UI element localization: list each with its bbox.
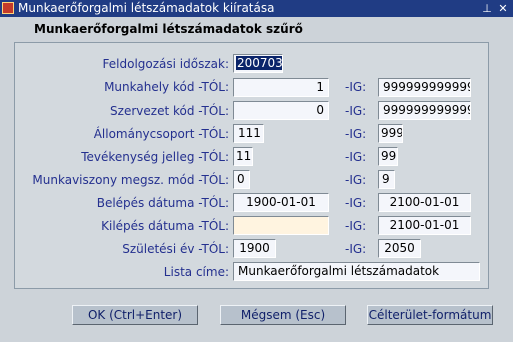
field-belepes-tol[interactable]: 1900-01-01: [233, 193, 329, 212]
cancel-button[interactable]: Mégsem (Esc): [220, 305, 346, 325]
label-allomanycsoport-ig: -IG:: [345, 127, 367, 141]
format-button[interactable]: Célterület-formátum: [367, 305, 493, 325]
label-munkahely-ig: -IG:: [345, 80, 367, 94]
label-tevekenyseg: Tevékenység jelleg -TÓL:: [81, 150, 229, 164]
label-munkahely: Munkahely kód -TÓL:: [104, 80, 229, 94]
window-title: Munkaerőforgalmi létszámadatok kiíratása: [18, 1, 275, 15]
label-szervezet-ig: -IG:: [345, 104, 367, 118]
label-belepes-ig: -IG:: [345, 196, 367, 210]
label-szuletesi: Születési év -TÓL:: [122, 242, 229, 256]
label-munkaviszony-ig: -IG:: [345, 173, 367, 187]
label-kilepes: Kilépés dátuma -TÓL:: [101, 219, 229, 233]
label-szervezet: Szervezet kód -TÓL:: [110, 104, 229, 118]
app-icon: [2, 2, 14, 14]
field-munkahely-ig[interactable]: 999999999999: [378, 78, 471, 97]
field-tevekenyseg-tol[interactable]: 11: [233, 147, 253, 166]
field-belepes-ig[interactable]: 2100-01-01: [378, 193, 471, 212]
label-lista-cime: Lista címe:: [163, 265, 229, 279]
label-belepes: Belépés dátuma -TÓL:: [96, 196, 229, 210]
label-feldolgozasi-idoszak: Feldolgozási időszak:: [102, 57, 229, 71]
field-szuletesi-tol[interactable]: 1900: [233, 239, 276, 258]
field-munkaviszony-tol[interactable]: 0: [233, 170, 250, 189]
label-kilepes-ig: -IG:: [345, 219, 367, 233]
field-allomanycsoport-tol[interactable]: 111: [233, 124, 264, 143]
field-feldolgozasi-idoszak[interactable]: 200703: [233, 54, 283, 73]
field-feldolgozasi-idoszak-value: 200703: [236, 56, 283, 70]
field-kilepes-ig[interactable]: 2100-01-01: [378, 216, 471, 235]
field-szuletesi-ig[interactable]: 2050: [378, 239, 421, 258]
panel-title: Munkaerőforgalmi létszámadatok szűrő: [34, 22, 303, 36]
field-szervezet-ig[interactable]: 999999999999: [378, 101, 471, 120]
label-allomanycsoport: Állománycsoport -TÓL:: [93, 127, 229, 141]
field-allomanycsoport-ig[interactable]: 999: [378, 124, 403, 143]
field-munkahely-tol[interactable]: 1: [233, 78, 329, 97]
dialog-window: Munkaerőforgalmi létszámadatok kiíratása…: [0, 0, 513, 342]
field-kilepes-tol[interactable]: [233, 216, 329, 235]
label-munkaviszony: Munkaviszony megsz. mód -TÓL:: [32, 173, 229, 187]
ok-button[interactable]: OK (Ctrl+Enter): [72, 305, 198, 325]
close-icon[interactable]: ✕: [496, 2, 510, 15]
title-bar[interactable]: Munkaerőforgalmi létszámadatok kiíratása…: [0, 0, 513, 17]
field-lista-cime[interactable]: Munkaerőforgalmi létszámadatok: [233, 262, 480, 281]
field-tevekenyseg-ig[interactable]: 99: [378, 147, 398, 166]
field-munkaviszony-ig[interactable]: 9: [378, 170, 395, 189]
field-szervezet-tol[interactable]: 0: [233, 101, 329, 120]
label-szuletesi-ig: -IG:: [345, 242, 367, 256]
minimize-icon[interactable]: ⊥: [480, 2, 494, 15]
label-tevekenyseg-ig: -IG:: [345, 150, 367, 164]
